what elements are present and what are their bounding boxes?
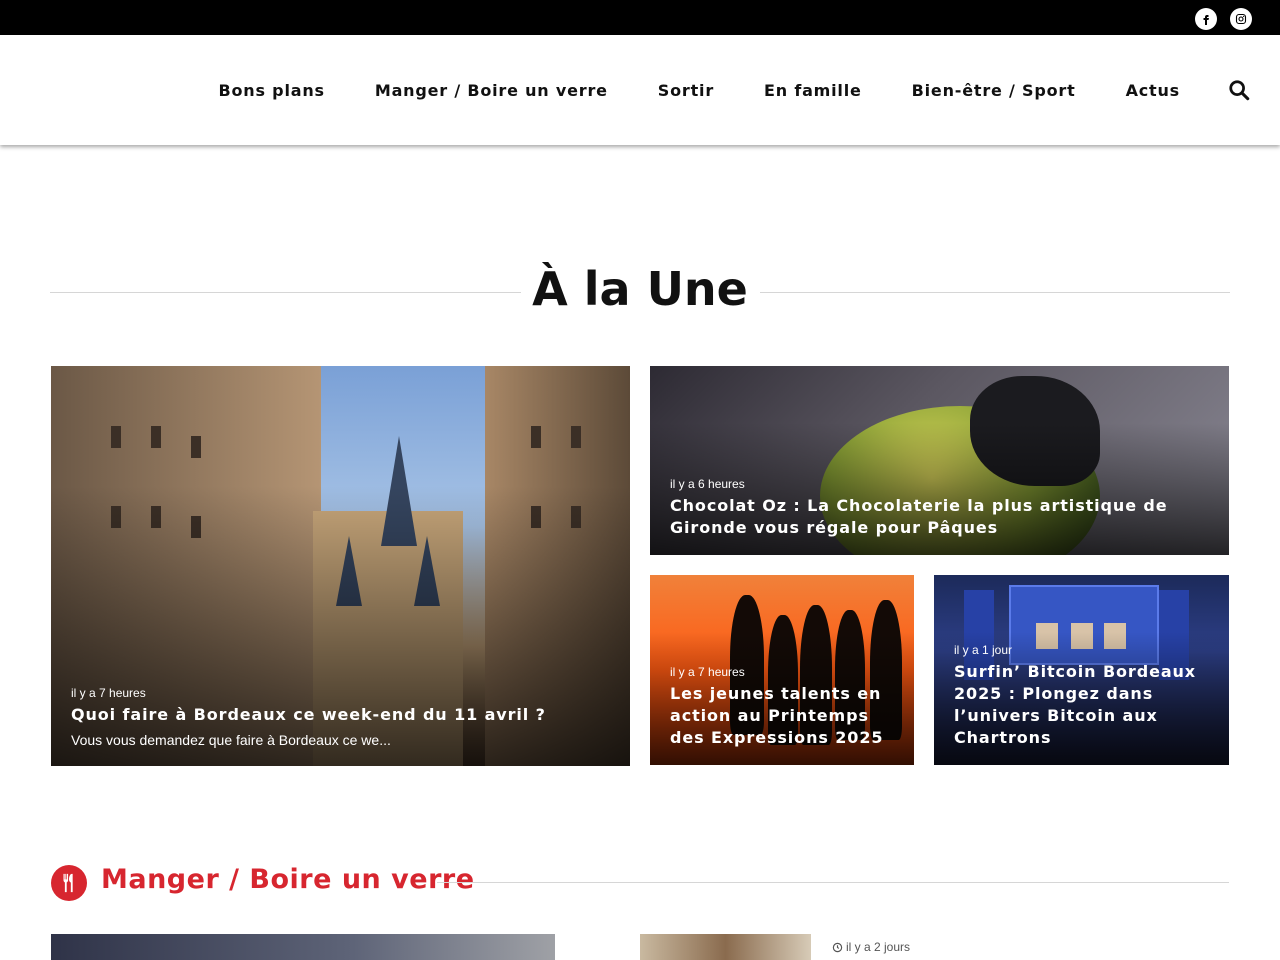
article-thumbnail[interactable] xyxy=(640,934,811,960)
section-title-manger[interactable]: Manger / Boire un verre xyxy=(101,864,475,895)
article-time-text: il y a 2 jours xyxy=(846,940,911,954)
section-rule xyxy=(437,882,1229,883)
card-headline[interactable]: Quoi faire à Bordeaux ce week-end du 11 … xyxy=(71,704,610,726)
featured-card-bitcoin[interactable]: il y a 1 jour Surfin’ Bitcoin Bordeaux 2… xyxy=(934,575,1229,765)
site-header: Bons plans Manger / Boire un verre Sorti… xyxy=(0,35,1280,145)
card-time: il y a 7 heures xyxy=(71,686,146,700)
fork-knife-icon xyxy=(51,865,87,901)
article-time: il y a 2 jours xyxy=(832,940,910,954)
featured-card-printemps[interactable]: il y a 7 heures Les jeunes talents en ac… xyxy=(650,575,914,765)
card-excerpt: Vous vous demandez que faire à Bordeaux … xyxy=(71,732,391,748)
nav-item-sortir[interactable]: Sortir xyxy=(658,81,714,100)
card-headline[interactable]: Les jeunes talents en action au Printemp… xyxy=(670,683,894,749)
nav-item-en-famille[interactable]: En famille xyxy=(764,81,862,100)
nav-item-bons-plans[interactable]: Bons plans xyxy=(219,81,325,100)
page-title: À la Une xyxy=(532,262,748,316)
nav-item-bien-etre-sport[interactable]: Bien-être / Sport xyxy=(912,81,1076,100)
instagram-icon[interactable] xyxy=(1230,8,1252,30)
card-time: il y a 1 jour xyxy=(954,643,1013,657)
card-time: il y a 6 heures xyxy=(670,477,745,491)
card-headline[interactable]: Surfin’ Bitcoin Bordeaux 2025 : Plongez … xyxy=(954,661,1209,749)
nav-item-manger-boire[interactable]: Manger / Boire un verre xyxy=(375,81,608,100)
card-headline[interactable]: Chocolat Oz : La Chocolaterie la plus ar… xyxy=(670,495,1209,539)
featured-card-chocolat[interactable]: il y a 6 heures Chocolat Oz : La Chocola… xyxy=(650,366,1229,555)
search-icon[interactable] xyxy=(1228,79,1250,101)
title-rule-right xyxy=(760,292,1230,293)
facebook-icon[interactable] xyxy=(1195,8,1217,30)
article-image[interactable] xyxy=(51,934,555,960)
nav-item-actus[interactable]: Actus xyxy=(1126,81,1180,100)
main-nav: Bons plans Manger / Boire un verre Sorti… xyxy=(169,35,1180,145)
card-time: il y a 7 heures xyxy=(670,665,745,679)
featured-card-bordeaux[interactable]: il y a 7 heures Quoi faire à Bordeaux ce… xyxy=(51,366,630,766)
clock-icon xyxy=(832,942,843,952)
top-bar xyxy=(0,0,1280,35)
